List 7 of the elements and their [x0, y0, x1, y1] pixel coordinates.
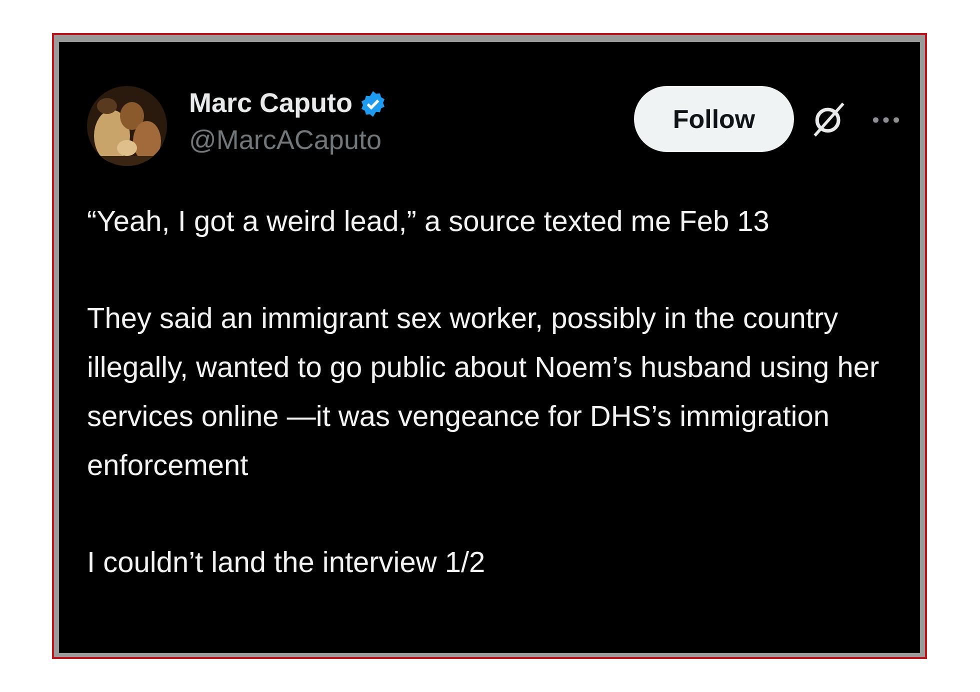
author-name[interactable]: Marc Caputo: [189, 88, 353, 119]
post-text: I couldn’t land the interview 1/2: [87, 546, 486, 581]
follow-button[interactable]: Follow: [634, 86, 794, 152]
post-text: “Yeah, I got a weird lead,” a source texted me Feb 13: [87, 205, 770, 240]
post-text: They said an immigrant sex worker, possibly in the country illegally, wanted to go public about Noem’s husband using her services online —it was vengeance for DHS’s immigration enforcement: [87, 302, 880, 484]
more-icon[interactable]: [872, 116, 900, 124]
author-handle[interactable]: @MarcACaputo: [189, 125, 387, 156]
